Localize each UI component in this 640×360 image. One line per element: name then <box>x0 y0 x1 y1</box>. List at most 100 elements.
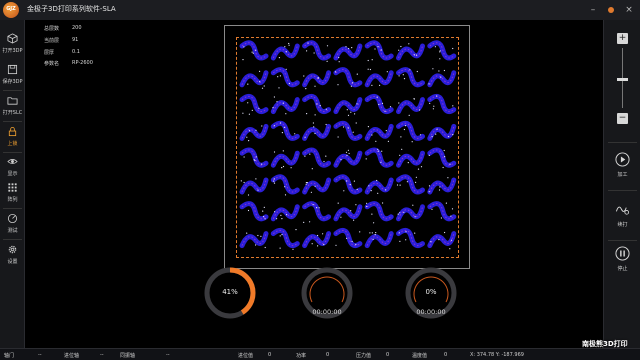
support-point <box>378 103 380 106</box>
info-value: 91 <box>72 37 79 43</box>
support-point <box>310 191 312 193</box>
sliced-part <box>427 40 457 61</box>
close-button[interactable]: × <box>622 3 636 17</box>
part-contour <box>396 150 425 168</box>
support-point <box>443 149 445 152</box>
support-point <box>412 204 414 206</box>
part-contour <box>239 70 269 88</box>
part-contour <box>333 67 363 88</box>
part-contour <box>333 174 363 195</box>
zoom-in-button[interactable]: + <box>617 33 628 44</box>
sidebar-item-settings[interactable]: 设置 <box>0 242 25 272</box>
support-point <box>279 235 281 237</box>
support-point <box>373 222 375 224</box>
support-point <box>258 107 260 109</box>
part-contour <box>302 231 332 249</box>
support-point <box>272 107 274 109</box>
stop-button[interactable]: 停止 <box>604 246 640 276</box>
support-point <box>375 140 377 142</box>
build-plate-view[interactable] <box>224 25 470 269</box>
support-point <box>375 232 377 234</box>
sliced-part <box>333 120 363 141</box>
support-point <box>282 102 284 104</box>
support-point <box>306 113 308 115</box>
support-point <box>295 229 297 231</box>
support-point <box>288 82 290 85</box>
support-point <box>436 95 438 97</box>
support-point <box>398 75 400 77</box>
support-point <box>283 126 285 128</box>
sidebar-item-test[interactable]: 测试 <box>0 211 25 241</box>
support-point <box>348 48 350 50</box>
sidebar-item-array[interactable]: 阵列 <box>0 180 25 210</box>
support-point <box>377 192 379 194</box>
sliced-part <box>396 67 425 88</box>
support-point <box>438 189 441 191</box>
support-point <box>347 114 350 116</box>
part-contour <box>364 231 394 249</box>
support-point <box>398 49 400 51</box>
divider <box>3 239 22 240</box>
sidebar-item-open-slc[interactable]: 打开SLC <box>0 93 25 123</box>
info-row-total-layers: 总层数 200 <box>44 25 164 35</box>
support-point <box>403 211 405 213</box>
support-point <box>261 87 264 89</box>
support-point <box>415 181 417 183</box>
support-point <box>374 234 376 236</box>
support-point <box>338 61 340 63</box>
status-value: -- <box>38 352 42 358</box>
support-point <box>438 70 440 72</box>
info-row-layer-thickness: 层厚 0.1 <box>44 49 164 59</box>
sidebar-item-save-3dp[interactable]: 保存3DP <box>0 62 25 92</box>
support-point <box>371 213 373 215</box>
support-point <box>246 232 248 234</box>
sliced-part <box>302 70 332 90</box>
process-button[interactable]: 加工 <box>604 152 640 182</box>
info-key: 层厚 <box>44 50 55 56</box>
support-point <box>334 71 337 73</box>
support-point <box>305 183 307 185</box>
sidebar-item-lock[interactable]: 上锁 <box>0 124 25 154</box>
zoom-out-button[interactable]: − <box>617 113 628 124</box>
sliced-part <box>302 201 332 223</box>
folder-icon <box>7 97 18 105</box>
support-point <box>432 108 434 110</box>
sliced-part <box>239 201 269 222</box>
support-point <box>313 52 315 54</box>
zoom-slider-handle[interactable] <box>617 78 628 81</box>
support-point <box>345 180 348 182</box>
part-contour <box>302 123 332 141</box>
support-point <box>273 182 276 184</box>
support-point <box>374 48 376 50</box>
support-point <box>345 46 347 48</box>
sliced-part <box>270 67 300 89</box>
support-point <box>369 232 371 234</box>
support-point <box>325 155 327 157</box>
support-point <box>277 76 279 78</box>
support-point <box>350 111 352 113</box>
support-point <box>405 231 407 233</box>
minimize-button[interactable]: – <box>586 3 600 17</box>
support-point <box>367 68 369 70</box>
sliced-part <box>270 96 300 115</box>
info-key: 总层数 <box>44 26 60 32</box>
part-contour <box>302 147 332 168</box>
support-point <box>368 185 370 187</box>
sliced-part <box>396 227 425 249</box>
support-point <box>257 189 259 191</box>
support-point <box>273 151 276 153</box>
support-point <box>280 122 282 124</box>
support-point <box>342 126 345 128</box>
part-contour <box>333 227 363 249</box>
info-value: RP-2600 <box>72 60 93 66</box>
sliced-part <box>364 231 394 249</box>
app-title: 金极子3D打印系列软件-SLA <box>27 5 116 13</box>
support-point <box>346 154 348 156</box>
support-point <box>354 113 356 115</box>
support-point <box>353 180 355 182</box>
sliced-part <box>364 68 394 88</box>
sliced-part <box>270 204 300 222</box>
sliced-part <box>270 120 300 141</box>
resume-print-button[interactable]: 续打 <box>604 202 640 232</box>
sidebar-item-open-3dp[interactable]: 打开3DP <box>0 31 25 61</box>
